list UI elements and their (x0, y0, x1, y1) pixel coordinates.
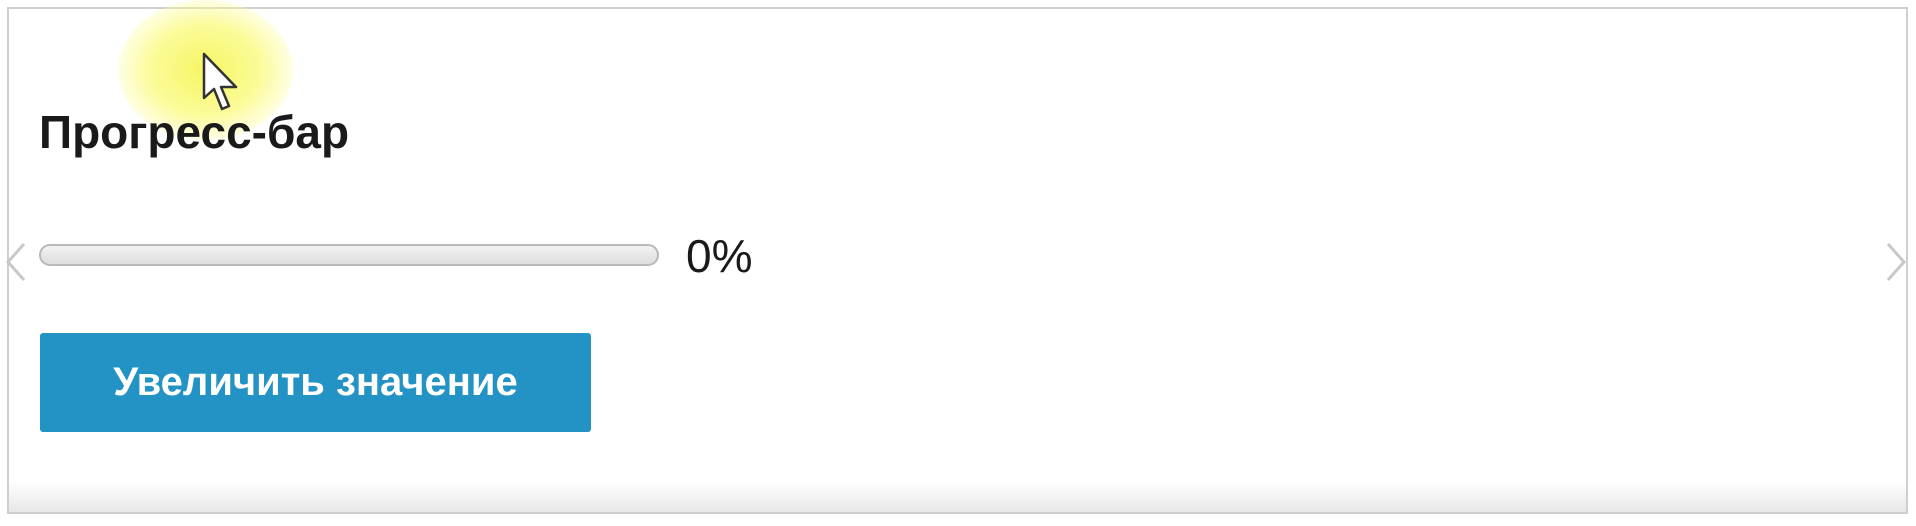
increase-value-button[interactable]: Увеличить значение (40, 333, 591, 432)
chevron-right-icon[interactable] (1884, 240, 1908, 284)
mouse-pointer-icon (202, 52, 238, 111)
chevron-left-icon[interactable] (4, 240, 28, 284)
progress-percent-label: 0% (686, 230, 753, 282)
progress-bar (39, 244, 659, 266)
panel-bottom-shade (9, 482, 1906, 512)
widget-title: Прогресс-бар (39, 106, 350, 158)
